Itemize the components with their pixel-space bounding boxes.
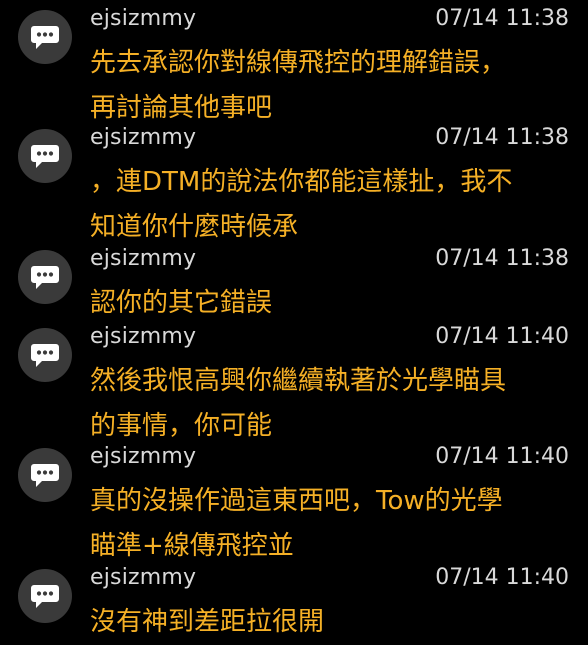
- speech-bubble-icon: [31, 145, 59, 168]
- avatar[interactable]: [18, 250, 72, 304]
- comment-username[interactable]: ejsizmmy: [90, 246, 196, 271]
- comment-body-line: 認你的其它錯誤: [90, 288, 273, 318]
- comment-body: 然後我恨高興你繼續執著於光學瞄具 的事情，你可能: [90, 359, 570, 449]
- comment-body: 沒有神到差距拉很開: [90, 600, 570, 645]
- comment-body-line: 真的沒操作過這東西吧，Tow的光學: [90, 486, 503, 516]
- comment-username[interactable]: ejsizmmy: [90, 565, 196, 590]
- comment-timestamp: 07/14 11:40: [435, 565, 569, 590]
- comment-username[interactable]: ejsizmmy: [90, 6, 196, 31]
- comment-body-line: ，連DTM的說法你都能這樣扯，我不: [90, 167, 513, 197]
- comment-body: ，連DTM的說法你都能這樣扯，我不 知道你什麼時候承: [90, 160, 570, 250]
- comment-username[interactable]: ejsizmmy: [90, 324, 196, 349]
- comment-body: 先去承認你對線傳飛控的理解錯誤， 再討論其他事吧: [90, 41, 570, 131]
- avatar[interactable]: [18, 129, 72, 183]
- avatar[interactable]: [18, 328, 72, 382]
- comment-username[interactable]: ejsizmmy: [90, 125, 196, 150]
- avatar[interactable]: [18, 448, 72, 502]
- speech-bubble-icon: [31, 464, 59, 487]
- speech-bubble-icon: [31, 344, 59, 367]
- avatar[interactable]: [18, 569, 72, 623]
- speech-bubble-icon: [31, 585, 59, 608]
- comment-timestamp: 07/14 11:38: [435, 125, 569, 150]
- avatar[interactable]: [18, 10, 72, 64]
- comment-timestamp: 07/14 11:40: [435, 324, 569, 349]
- comment-username[interactable]: ejsizmmy: [90, 444, 196, 469]
- comment-body: 真的沒操作過這東西吧，Tow的光學 瞄準+線傳飛控並: [90, 479, 570, 569]
- comment-body-line: 沒有神到差距拉很開: [90, 607, 325, 637]
- comment-body-line: 瞄準+線傳飛控並: [90, 531, 294, 561]
- comment-body: 認你的其它錯誤: [90, 281, 570, 326]
- comment-timestamp: 07/14 11:40: [435, 444, 569, 469]
- comment-body-line: 的事情，你可能: [90, 411, 273, 441]
- comment-timestamp: 07/14 11:38: [435, 246, 569, 271]
- comment-timestamp: 07/14 11:38: [435, 6, 569, 31]
- comment-body-line: 然後我恨高興你繼續執著於光學瞄具: [90, 366, 507, 396]
- speech-bubble-icon: [31, 266, 59, 289]
- comment-body-line: 知道你什麼時候承: [90, 212, 299, 242]
- comment-body-line: 先去承認你對線傳飛控的理解錯誤，: [90, 48, 507, 78]
- speech-bubble-icon: [31, 26, 59, 49]
